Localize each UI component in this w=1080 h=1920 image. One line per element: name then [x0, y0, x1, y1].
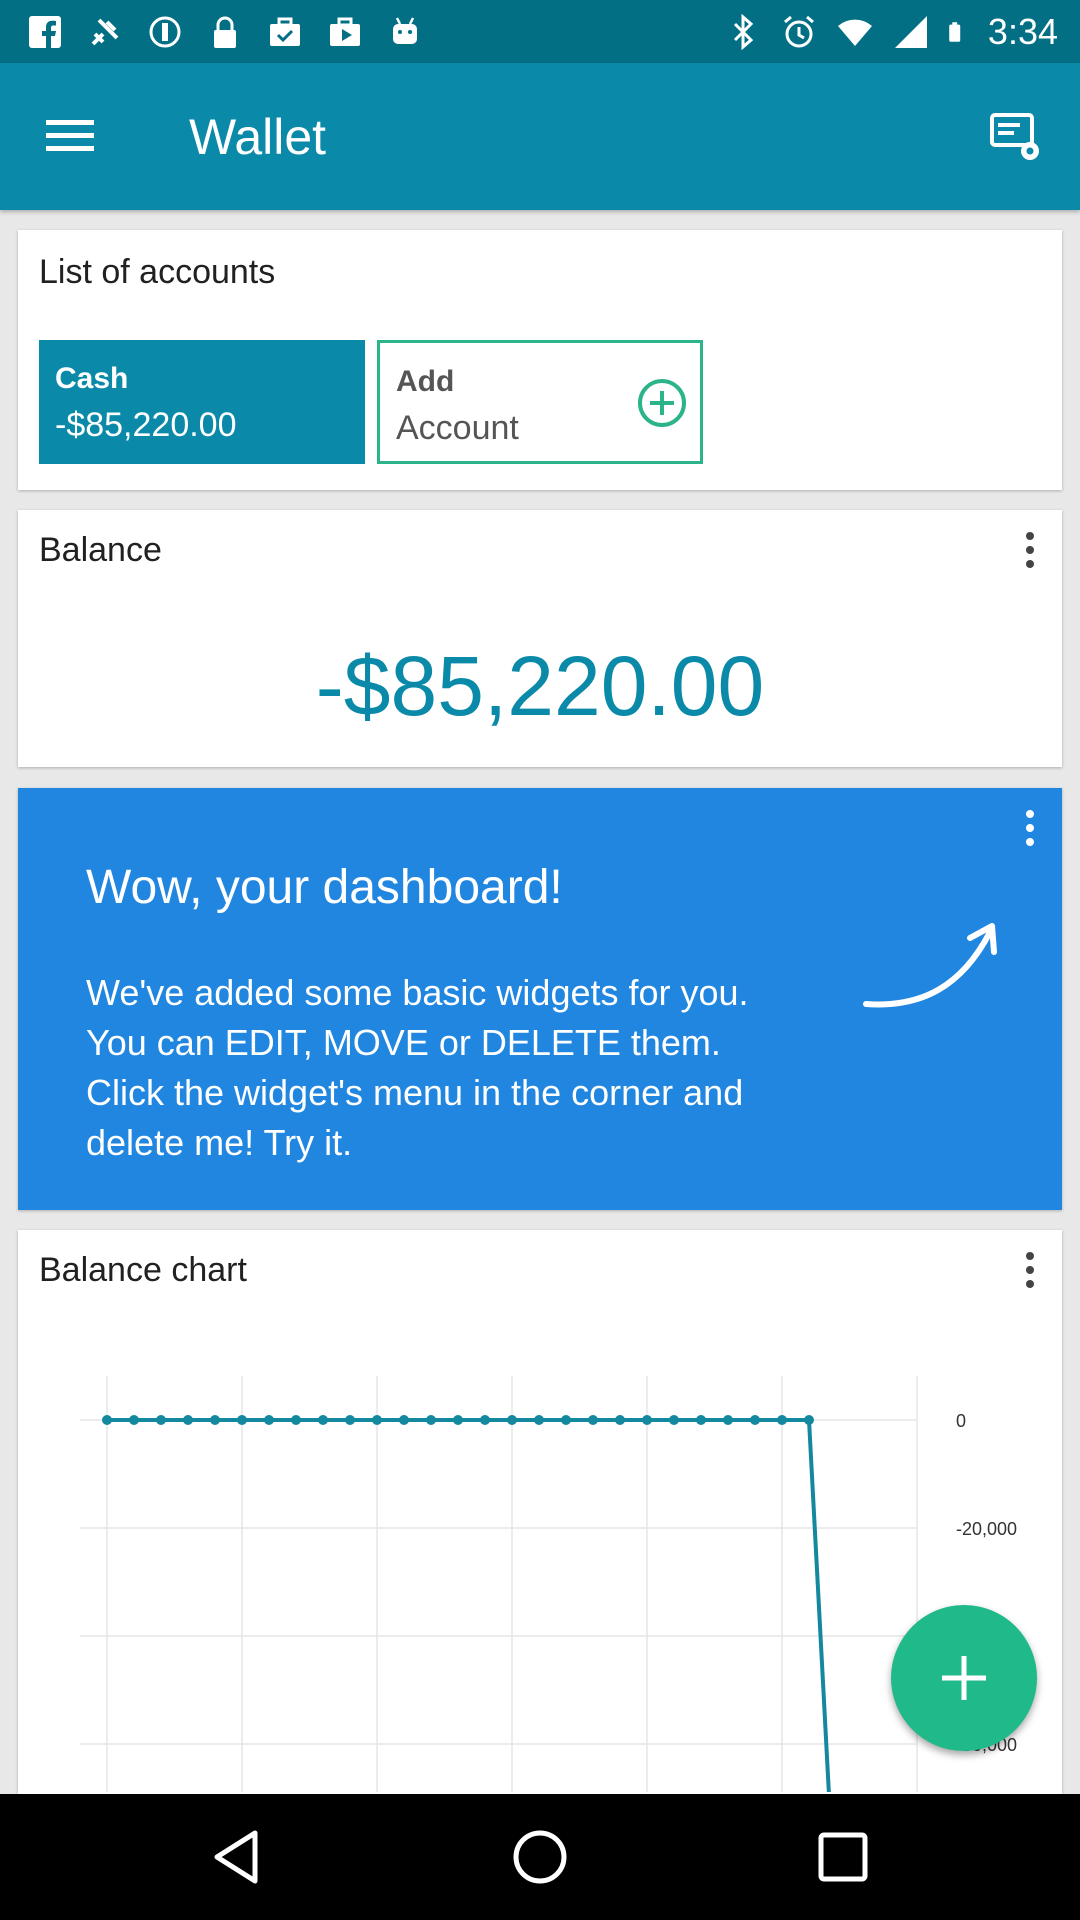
- data-point: [723, 1415, 733, 1425]
- balance-card-title: Balance: [39, 531, 162, 569]
- balance-card: Balance -$85,220.00: [18, 510, 1062, 767]
- accounts-card-title: List of accounts: [39, 253, 276, 291]
- wifi-icon: [837, 19, 872, 46]
- facebook-icon: [29, 16, 61, 48]
- briefcase-play-icon: [330, 17, 360, 46]
- app-title: Wallet: [189, 109, 327, 165]
- data-point: [237, 1415, 247, 1425]
- plus-icon: [942, 1656, 986, 1700]
- data-point: [318, 1415, 328, 1425]
- y-tick-label: -20,000: [956, 1519, 1017, 1539]
- briefcase-check-icon: [270, 17, 300, 46]
- data-point: [264, 1415, 274, 1425]
- home-icon[interactable]: [510, 1827, 570, 1887]
- data-point: [588, 1415, 598, 1425]
- plus-circle-icon: [638, 379, 686, 427]
- data-saver-icon: [149, 16, 181, 48]
- more-options-icon[interactable]: [1010, 806, 1050, 850]
- data-point: [210, 1415, 220, 1425]
- data-point: [156, 1415, 166, 1425]
- data-point: [534, 1415, 544, 1425]
- add-account-button[interactable]: Add Account: [377, 340, 703, 464]
- account-balance: -$85,220.00: [55, 406, 237, 444]
- data-point: [372, 1415, 382, 1425]
- recents-icon[interactable]: [813, 1827, 873, 1887]
- app-bar: Wallet: [0, 63, 1080, 210]
- curved-arrow-icon: [863, 923, 997, 1008]
- alarm-icon: [783, 15, 814, 48]
- promo-title: Wow, your dashboard!: [86, 861, 563, 914]
- bluetooth-icon: [733, 14, 754, 50]
- data-point: [399, 1415, 409, 1425]
- data-point: [291, 1415, 301, 1425]
- data-point: [480, 1415, 490, 1425]
- more-options-icon[interactable]: [1010, 528, 1050, 572]
- android-icon: [393, 17, 417, 44]
- data-point: [426, 1415, 436, 1425]
- data-point: [561, 1415, 571, 1425]
- card-settings-icon[interactable]: [986, 107, 1046, 167]
- status-bar: 3:34: [0, 0, 1080, 63]
- status-time: 3:34: [987, 11, 1058, 52]
- data-point: [777, 1415, 787, 1425]
- accounts-card: List of accounts Cash -$85,220.00 Add Ac…: [18, 230, 1062, 490]
- balance-amount: -$85,220.00: [315, 639, 765, 733]
- data-point: [102, 1415, 112, 1425]
- data-point: [642, 1415, 652, 1425]
- data-point: [507, 1415, 517, 1425]
- data-point: [696, 1415, 706, 1425]
- data-point: [750, 1415, 760, 1425]
- fake-gps-icon: [91, 18, 119, 46]
- data-point: [183, 1415, 193, 1425]
- battery-icon: [949, 22, 961, 42]
- data-point: [804, 1415, 814, 1425]
- add-account-label-2: Account: [396, 409, 519, 447]
- promo-body: We've added some basic widgets for you. …: [86, 972, 749, 1163]
- account-name: Cash: [55, 362, 129, 395]
- add-record-fab[interactable]: [891, 1605, 1037, 1751]
- dashboard-promo-card: Wow, your dashboard! We've added some ba…: [18, 788, 1062, 1210]
- data-point: [345, 1415, 355, 1425]
- series-line: [107, 1418, 831, 1792]
- back-icon[interactable]: [207, 1827, 267, 1887]
- account-cash-tile[interactable]: Cash -$85,220.00: [39, 340, 365, 464]
- hamburger-menu-icon[interactable]: [42, 110, 98, 160]
- lock-icon: [214, 16, 236, 48]
- y-tick-label: 0: [956, 1411, 966, 1431]
- system-nav-bar: [0, 1794, 1080, 1920]
- data-point: [669, 1415, 679, 1425]
- signal-icon: [894, 16, 927, 48]
- data-point: [453, 1415, 463, 1425]
- data-point: [129, 1415, 139, 1425]
- add-account-label-1: Add: [396, 365, 455, 398]
- data-point: [615, 1415, 625, 1425]
